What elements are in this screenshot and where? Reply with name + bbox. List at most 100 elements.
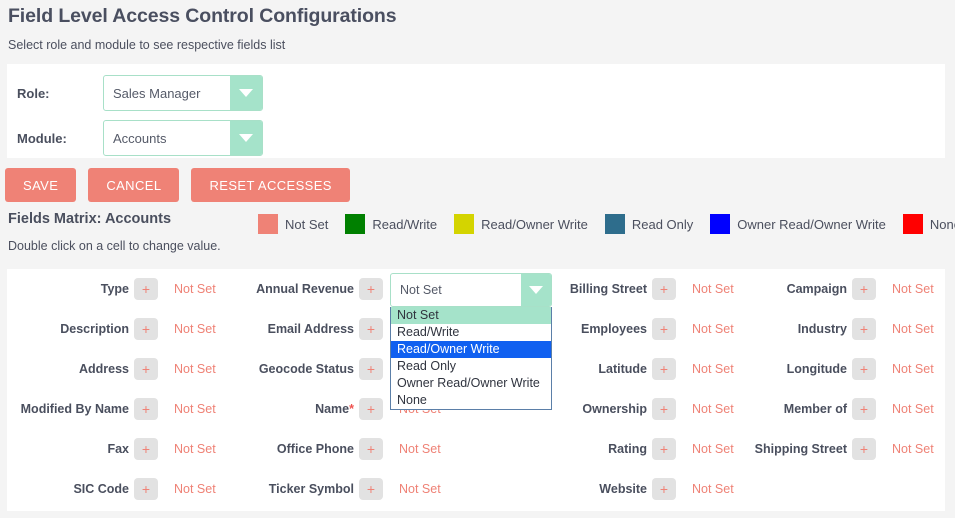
- plus-icon-button[interactable]: +: [359, 278, 383, 300]
- field-row[interactable]: Rating + Not Set: [552, 429, 752, 469]
- field-value[interactable]: Not Set: [692, 442, 734, 456]
- field-value[interactable]: Not Set: [174, 362, 216, 376]
- access-level-select-open[interactable]: Not Set Not Set Read/Write Read/Owner Wr…: [390, 273, 552, 410]
- plus-icon-button[interactable]: +: [134, 438, 158, 460]
- plus-icon-button[interactable]: +: [134, 398, 158, 420]
- field-row[interactable]: Industry + Not Set: [752, 309, 945, 349]
- access-level-option[interactable]: Read/Write: [391, 324, 551, 341]
- access-level-option[interactable]: Read/Owner Write: [391, 341, 551, 358]
- plus-icon-button[interactable]: +: [359, 318, 383, 340]
- legend-label: None: [929, 216, 955, 232]
- field-row[interactable]: SIC Code + Not Set: [7, 469, 232, 509]
- reset-accesses-button[interactable]: RESET ACCESSES: [191, 168, 350, 202]
- plus-icon-button[interactable]: +: [852, 318, 876, 340]
- field-row[interactable]: Shipping Street + Not Set: [752, 429, 945, 469]
- legend-swatch-icon: [258, 214, 278, 234]
- save-button[interactable]: SAVE: [5, 168, 77, 202]
- field-row[interactable]: Website + Not Set: [552, 469, 752, 509]
- plus-icon-button[interactable]: +: [359, 398, 383, 420]
- cancel-button[interactable]: CANCEL: [88, 168, 180, 202]
- plus-icon-button[interactable]: +: [852, 398, 876, 420]
- plus-icon-button[interactable]: +: [852, 278, 876, 300]
- field-value[interactable]: Not Set: [692, 482, 734, 496]
- field-row[interactable]: Campaign + Not Set: [752, 269, 945, 309]
- field-label: Name*: [232, 402, 359, 416]
- field-value[interactable]: Not Set: [892, 402, 934, 416]
- field-row[interactable]: Fax + Not Set: [7, 429, 232, 469]
- field-value[interactable]: Not Set: [692, 362, 734, 376]
- field-row[interactable]: Address + Not Set: [7, 349, 232, 389]
- field-value[interactable]: Not Set: [399, 442, 441, 456]
- module-select[interactable]: Accounts: [103, 120, 263, 156]
- plus-icon-button[interactable]: +: [652, 278, 676, 300]
- field-value[interactable]: Not Set: [174, 322, 216, 336]
- fields-matrix-note: Double click on a cell to change value.: [8, 239, 221, 253]
- field-label: Member of: [783, 402, 847, 416]
- legend-item: Read Only: [604, 214, 694, 234]
- field-value[interactable]: Not Set: [174, 482, 216, 496]
- plus-icon-button[interactable]: +: [652, 358, 676, 380]
- field-value[interactable]: Not Set: [892, 282, 934, 296]
- plus-icon-button[interactable]: +: [134, 318, 158, 340]
- legend-label: Owner Read/Owner Write: [737, 216, 886, 232]
- field-row[interactable]: Billing Street + Not Set: [552, 269, 752, 309]
- module-select-arrow-box[interactable]: [230, 121, 262, 155]
- access-level-option-list[interactable]: Not Set Read/Write Read/Owner Write Read…: [390, 307, 552, 410]
- field-row[interactable]: Description + Not Set: [7, 309, 232, 349]
- plus-icon-button[interactable]: +: [652, 438, 676, 460]
- field-value[interactable]: Not Set: [174, 282, 216, 296]
- legend: Not Set Read/Write Read/Owner Write Read…: [258, 214, 955, 234]
- field-value[interactable]: Not Set: [892, 362, 934, 376]
- plus-icon-button[interactable]: +: [359, 438, 383, 460]
- field-row[interactable]: Latitude + Not Set: [552, 349, 752, 389]
- field-row[interactable]: Longitude + Not Set: [752, 349, 945, 389]
- access-level-select-arrow-box[interactable]: [521, 274, 551, 306]
- plus-icon-button[interactable]: +: [652, 398, 676, 420]
- plus-icon-button[interactable]: +: [359, 478, 383, 500]
- field-row[interactable]: Employees + Not Set: [552, 309, 752, 349]
- plus-icon-button[interactable]: +: [134, 478, 158, 500]
- field-row[interactable]: Member of + Not Set: [752, 389, 945, 429]
- plus-icon-button[interactable]: +: [852, 358, 876, 380]
- legend-label: Read/Owner Write: [481, 216, 588, 232]
- plus-icon-button[interactable]: +: [134, 358, 158, 380]
- plus-icon-button[interactable]: +: [852, 438, 876, 460]
- role-select[interactable]: Sales Manager: [103, 75, 263, 111]
- fields-column-3: Billing Street + Not Set Employees + Not…: [552, 269, 752, 511]
- module-row: Module: Accounts: [17, 120, 263, 156]
- field-label: Description: [60, 322, 129, 336]
- field-label: Latitude: [598, 362, 647, 376]
- module-label: Module:: [17, 130, 67, 146]
- field-row[interactable]: Ticker Symbol + Not Set: [232, 469, 552, 509]
- field-value[interactable]: Not Set: [892, 322, 934, 336]
- plus-icon-button[interactable]: +: [652, 478, 676, 500]
- field-row[interactable]: Modified By Name + Not Set: [7, 389, 232, 429]
- field-value[interactable]: Not Set: [692, 282, 734, 296]
- action-button-bar: SAVE CANCEL RESET ACCESSES: [5, 168, 350, 202]
- field-label: Billing Street: [569, 282, 647, 296]
- field-value[interactable]: Not Set: [692, 322, 734, 336]
- chevron-down-icon: [239, 134, 253, 142]
- field-value[interactable]: Not Set: [399, 482, 441, 496]
- field-row[interactable]: Type + Not Set: [7, 269, 232, 309]
- field-value[interactable]: Not Set: [174, 442, 216, 456]
- legend-swatch-icon: [710, 214, 731, 234]
- access-level-option[interactable]: Read Only: [391, 358, 551, 375]
- plus-icon-button[interactable]: +: [134, 278, 158, 300]
- field-label: Fax: [107, 442, 129, 456]
- access-level-select-box[interactable]: Not Set: [390, 273, 552, 307]
- field-label: Industry: [797, 322, 847, 336]
- plus-icon-button[interactable]: +: [359, 358, 383, 380]
- role-select-arrow-box[interactable]: [230, 76, 262, 110]
- plus-icon-button[interactable]: +: [652, 318, 676, 340]
- field-value[interactable]: Not Set: [174, 402, 216, 416]
- access-level-option[interactable]: Owner Read/Owner Write: [391, 375, 551, 392]
- legend-label: Read Only: [631, 216, 694, 232]
- access-level-option[interactable]: Not Set: [391, 307, 551, 324]
- field-row[interactable]: Office Phone + Not Set: [232, 429, 552, 469]
- access-level-option[interactable]: None: [391, 392, 551, 409]
- field-row[interactable]: Ownership + Not Set: [552, 389, 752, 429]
- field-value[interactable]: Not Set: [892, 442, 934, 456]
- fields-matrix-heading: Fields Matrix: Accounts: [8, 211, 172, 227]
- field-value[interactable]: Not Set: [692, 402, 734, 416]
